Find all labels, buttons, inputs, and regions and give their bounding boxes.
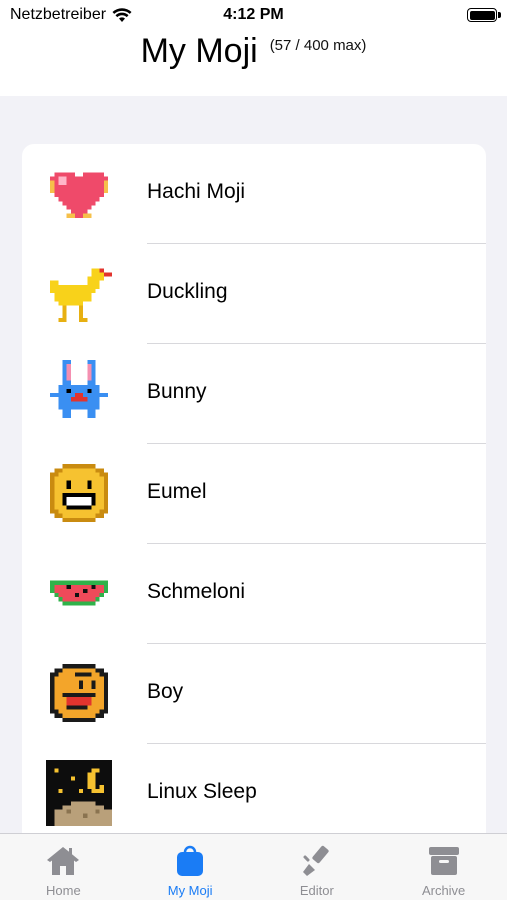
battery-icon <box>467 8 501 22</box>
pixel-smiley-icon <box>50 464 108 522</box>
moji-name: Boy <box>147 680 184 703</box>
pixel-night-moon-icon <box>46 760 112 826</box>
list-item[interactable]: Duckling <box>22 244 486 344</box>
tab-archive[interactable]: Archive <box>380 834 507 900</box>
tab-home[interactable]: Home <box>0 834 127 900</box>
tab-my-moji[interactable]: My Moji <box>127 834 254 900</box>
list-item[interactable]: Linux Sleep <box>22 744 486 844</box>
moji-count: (57 / 400 max) <box>269 37 367 54</box>
moji-list: Hachi Moji Duckling Bunny Eumel Schmelon… <box>22 144 486 844</box>
navigation-header: My Moji (57 / 400 max) <box>0 30 507 96</box>
house-icon <box>47 847 80 875</box>
tab-editor[interactable]: Editor <box>254 834 381 900</box>
pixel-watermelon-icon <box>50 580 108 606</box>
moji-name: Eumel <box>147 480 207 503</box>
moji-name: Bunny <box>147 380 207 403</box>
pixel-duckling-icon <box>50 268 112 322</box>
moji-name: Linux Sleep <box>147 780 257 803</box>
moji-name: Hachi Moji <box>147 180 246 203</box>
pixel-boy-face-icon <box>50 664 108 722</box>
status-bar: Netzbetreiber 4:12 PM <box>0 0 507 30</box>
pixel-heart-icon <box>50 172 108 218</box>
battery-level <box>469 10 495 20</box>
page-title: My Moji <box>140 32 258 70</box>
battery-nub <box>498 12 501 18</box>
tab-bar: Home My Moji Editor Archive <box>0 833 507 900</box>
moji-name: Schmeloni <box>147 580 246 603</box>
list-item[interactable]: Boy <box>22 644 486 744</box>
status-time: 4:12 PM <box>223 6 284 23</box>
list-item[interactable]: Eumel <box>22 444 486 544</box>
tab-label: Home <box>46 883 81 898</box>
moji-name: Duckling <box>147 280 228 303</box>
list-item[interactable]: Hachi Moji <box>22 144 486 244</box>
pixel-bunny-icon <box>50 360 108 418</box>
list-item[interactable]: Schmeloni <box>22 544 486 644</box>
screen: Netzbetreiber 4:12 PM My Moji (57 / 400 … <box>0 0 507 900</box>
title-group: My Moji (57 / 400 max) <box>0 32 507 71</box>
list-item[interactable]: Bunny <box>22 344 486 444</box>
archive-box-icon <box>428 847 459 875</box>
bag-icon <box>177 845 204 876</box>
tab-label: Archive <box>421 883 466 898</box>
tab-label: Editor <box>299 883 334 898</box>
brush-icon <box>302 845 329 876</box>
tab-label: My Moji <box>167 883 213 898</box>
